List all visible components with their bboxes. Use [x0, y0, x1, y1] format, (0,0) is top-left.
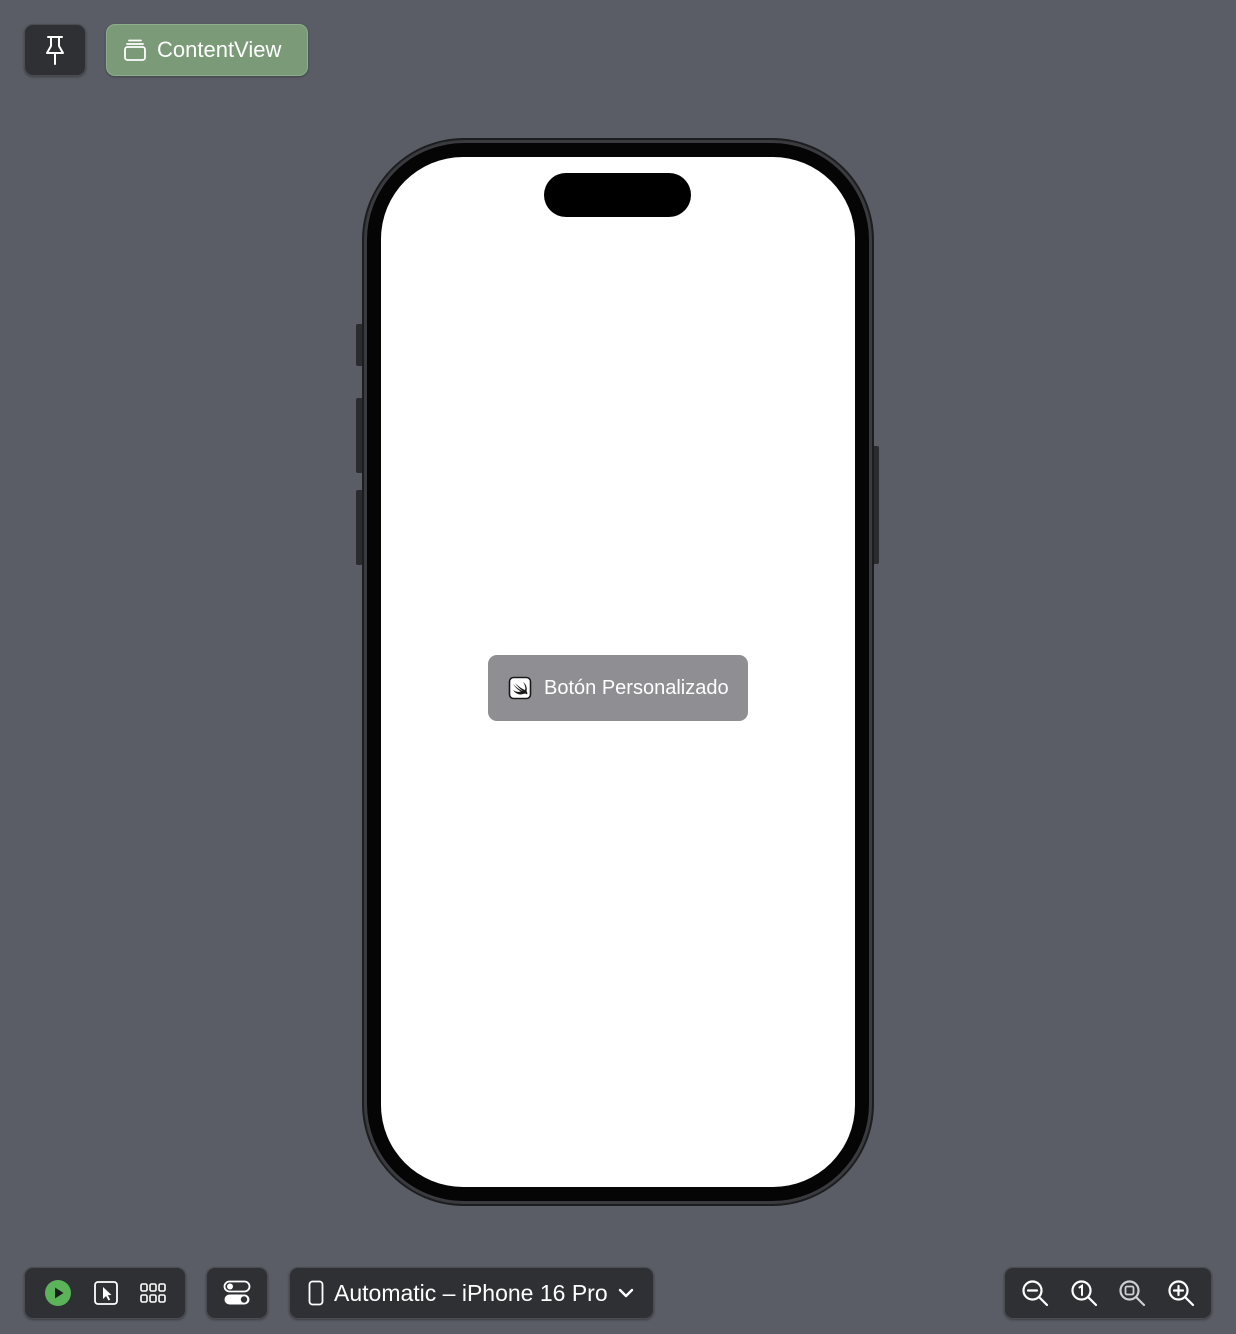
iphone-icon: [308, 1280, 324, 1306]
custom-button[interactable]: Botón Personalizado: [488, 655, 748, 721]
custom-button-label: Botón Personalizado: [544, 676, 729, 699]
play-icon[interactable]: [44, 1279, 72, 1307]
action-side-button: [356, 324, 363, 366]
preview-mode-group: [24, 1267, 186, 1319]
pin-icon: [42, 34, 68, 66]
tab-label: ContentView: [157, 37, 282, 62]
power-button: [872, 446, 879, 564]
toggles-icon: [223, 1280, 251, 1306]
cursor-select-icon[interactable]: [93, 1280, 119, 1306]
volume-up-button: [356, 398, 363, 473]
zoom-in-icon[interactable]: [1167, 1279, 1195, 1307]
chevron-down-icon: [618, 1287, 634, 1299]
zoom-fit-icon[interactable]: [1118, 1279, 1146, 1307]
dynamic-island: [544, 173, 691, 217]
swift-app-icon: [508, 676, 532, 700]
grid-icon[interactable]: [140, 1283, 167, 1303]
device-label: Automatic – iPhone 16 Pro: [334, 1279, 608, 1306]
volume-down-button: [356, 490, 363, 565]
zoom-100-icon[interactable]: [1070, 1279, 1098, 1307]
pin-button[interactable]: [24, 24, 86, 76]
zoom-out-icon[interactable]: [1021, 1279, 1049, 1307]
tab-contentview[interactable]: ContentView: [106, 24, 308, 76]
stacked-window-icon: [123, 38, 147, 62]
zoom-controls: [1004, 1267, 1212, 1319]
canvas-settings-button[interactable]: [206, 1267, 268, 1319]
device-picker[interactable]: Automatic – iPhone 16 Pro: [289, 1267, 654, 1319]
